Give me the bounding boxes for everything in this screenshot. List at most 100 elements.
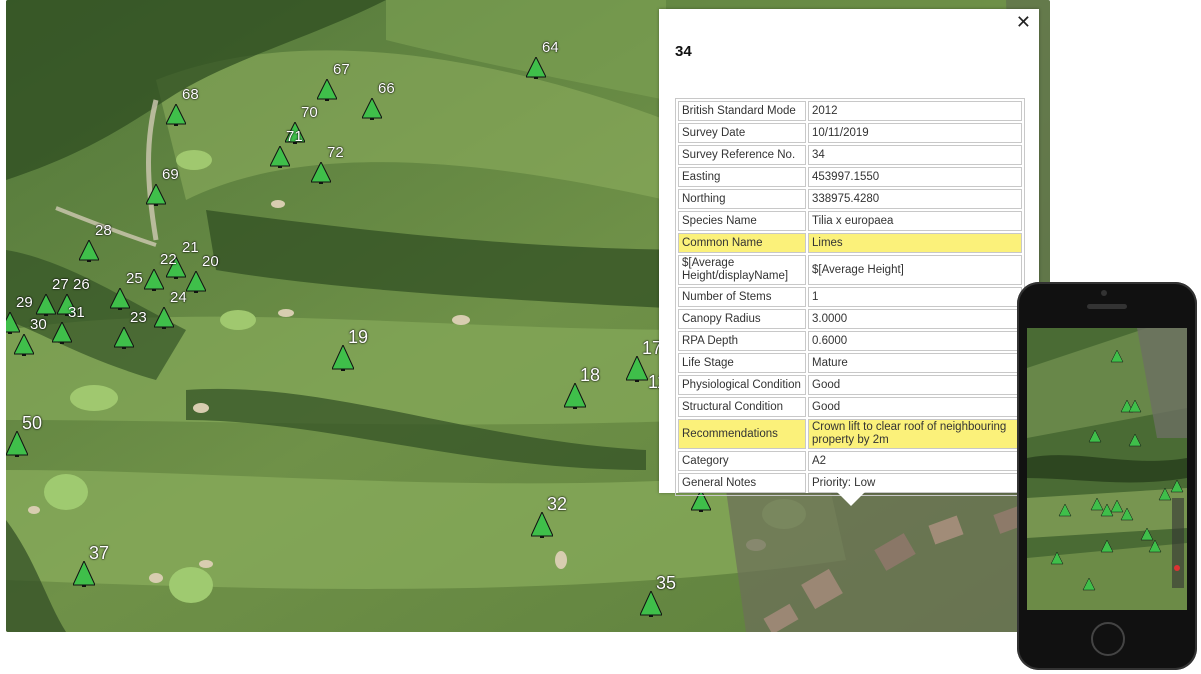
attribute-row: Species Name Tilia x europaea — [678, 211, 1022, 231]
attribute-value: 1 — [808, 287, 1022, 307]
feature-info-popup: ✕ 34 British Standard Mode 2012 Survey Dat… — [659, 9, 1039, 506]
attribute-value: 0.6000 — [808, 331, 1022, 351]
tree-icon — [640, 591, 662, 617]
tree-icon — [526, 57, 546, 79]
tree-marker[interactable]: 31 — [52, 304, 85, 350]
phone-map-screen[interactable] — [1027, 328, 1187, 610]
tree-number: 23 — [130, 309, 147, 326]
tree-icon — [270, 146, 290, 168]
tree-marker[interactable]: 72 — [311, 144, 344, 190]
tree-icon — [79, 240, 99, 262]
tree-number: 37 — [89, 543, 110, 563]
tree-icon — [332, 345, 354, 371]
attribute-row: Life Stage Mature — [678, 353, 1022, 373]
tree-number: 30 — [30, 316, 47, 333]
attribute-label: Common Name — [678, 233, 806, 253]
attribute-label: Physiological Condition — [678, 375, 806, 395]
attribute-label: Category — [678, 451, 806, 471]
attribute-row: Easting 453997.1550 — [678, 167, 1022, 187]
tree-icon — [362, 98, 382, 120]
tree-number: 28 — [95, 222, 112, 239]
attribute-label: Life Stage — [678, 353, 806, 373]
tree-marker[interactable]: 18 — [564, 365, 600, 411]
attribute-value: $[Average Height] — [808, 255, 1022, 285]
tree-marker[interactable]: 28 — [79, 222, 112, 268]
tree-icon — [114, 327, 134, 349]
tree-icon — [531, 512, 553, 538]
tree-number: 22 — [160, 251, 177, 268]
attribute-row: British Standard Mode 2012 — [678, 101, 1022, 121]
popup-pointer — [837, 492, 865, 506]
tree-icon — [564, 383, 586, 409]
tree-number: 18 — [580, 365, 601, 385]
tree-marker[interactable]: 64 — [526, 39, 559, 85]
tree-marker[interactable]: 50 — [6, 413, 42, 459]
attribute-label: Structural Condition — [678, 397, 806, 417]
attribute-value: Limes — [808, 233, 1022, 253]
tree-marker[interactable]: 24 — [154, 289, 187, 335]
tree-marker[interactable]: 32 — [531, 494, 567, 540]
attribute-label: British Standard Mode — [678, 101, 806, 121]
tree-marker[interactable]: 23 — [114, 309, 147, 355]
tree-number: 68 — [182, 86, 199, 103]
attribute-row: Canopy Radius 3.0000 — [678, 309, 1022, 329]
attribute-label: Number of Stems — [678, 287, 806, 307]
tree-marker[interactable]: 67 — [317, 61, 350, 107]
tree-number: 72 — [327, 144, 344, 161]
attribute-label: Survey Reference No. — [678, 145, 806, 165]
attribute-label: Northing — [678, 189, 806, 209]
attribute-label: Recommendations — [678, 419, 806, 449]
attribute-value: A2 — [808, 451, 1022, 471]
phone-map-terrain — [1027, 328, 1187, 610]
attribute-value: 3.0000 — [808, 309, 1022, 329]
tree-icon — [52, 322, 72, 344]
attribute-row: Number of Stems 1 — [678, 287, 1022, 307]
attribute-row: Survey Reference No. 34 — [678, 145, 1022, 165]
tree-marker[interactable]: 68 — [166, 86, 199, 132]
smartphone-mockup — [1017, 282, 1201, 674]
tree-number: 66 — [378, 80, 395, 97]
attribute-label: General Notes — [678, 473, 806, 493]
tree-icon — [73, 561, 95, 587]
tree-number: 69 — [162, 166, 179, 183]
tree-number: 67 — [333, 61, 350, 78]
tree-number: 24 — [170, 289, 187, 306]
tree-marker[interactable]: 20 — [186, 253, 219, 299]
tree-number: 70 — [301, 104, 318, 121]
tree-icon — [166, 104, 186, 126]
tree-number: 21 — [182, 239, 199, 256]
close-icon[interactable]: ✕ — [1016, 13, 1031, 31]
tree-marker[interactable]: 35 — [640, 573, 676, 619]
home-button-icon[interactable] — [1091, 622, 1125, 656]
speaker-icon — [1087, 304, 1127, 309]
tree-number: 19 — [348, 327, 369, 347]
attribute-label: $[Average Height/displayName] — [678, 255, 806, 285]
tree-marker[interactable]: 37 — [73, 543, 109, 589]
tree-marker[interactable]: 19 — [332, 327, 368, 373]
attribute-value: 2012 — [808, 101, 1022, 121]
attribute-row: Recommendations Crown lift to clear roof … — [678, 419, 1022, 449]
tree-marker[interactable]: 22 — [144, 251, 177, 297]
tree-icon — [146, 184, 166, 206]
tree-number: 64 — [542, 39, 559, 56]
tree-marker[interactable]: 69 — [146, 166, 179, 212]
attribute-value: Good — [808, 375, 1022, 395]
attribute-label: Survey Date — [678, 123, 806, 143]
tree-icon — [110, 288, 130, 310]
camera-icon — [1101, 290, 1107, 296]
attribute-row: Structural Condition Good — [678, 397, 1022, 417]
attribute-value: Priority: Low — [808, 473, 1022, 493]
tree-icon — [186, 271, 206, 293]
phone-body — [1017, 282, 1197, 670]
attribute-row: RPA Depth 0.6000 — [678, 331, 1022, 351]
tree-marker[interactable]: 11 — [634, 366, 667, 406]
attribute-value: 453997.1550 — [808, 167, 1022, 187]
tree-number: 35 — [656, 573, 677, 593]
tree-icon — [311, 162, 331, 184]
tree-marker[interactable]: 66 — [362, 80, 395, 126]
attribute-table: British Standard Mode 2012 Survey Date 10/1… — [675, 98, 1025, 496]
tree-marker[interactable]: 30 — [14, 316, 47, 362]
tree-number: 50 — [22, 413, 43, 433]
tree-icon — [154, 307, 174, 329]
tree-marker[interactable]: 71 — [270, 128, 303, 174]
